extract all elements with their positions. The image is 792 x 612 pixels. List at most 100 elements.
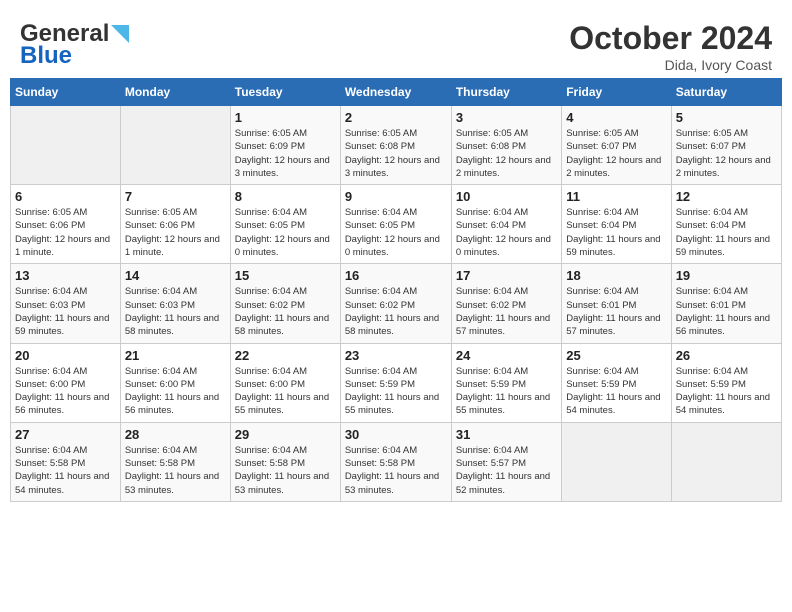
day-info: Sunrise: 6:04 AM Sunset: 6:02 PM Dayligh… xyxy=(456,285,557,338)
day-info: Sunrise: 6:05 AM Sunset: 6:06 PM Dayligh… xyxy=(15,206,116,259)
day-number: 19 xyxy=(676,268,777,283)
day-info: Sunrise: 6:05 AM Sunset: 6:06 PM Dayligh… xyxy=(125,206,226,259)
calendar-cell: 21 Sunrise: 6:04 AM Sunset: 6:00 PM Dayli… xyxy=(120,343,230,422)
title-area: October 2024 Dida, Ivory Coast xyxy=(569,20,772,73)
day-info: Sunrise: 6:04 AM Sunset: 6:04 PM Dayligh… xyxy=(676,206,777,259)
logo-arrow-icon xyxy=(111,25,129,43)
day-number: 9 xyxy=(345,189,447,204)
day-number: 28 xyxy=(125,427,226,442)
calendar-cell: 22 Sunrise: 6:04 AM Sunset: 6:00 PM Dayli… xyxy=(230,343,340,422)
calendar-cell: 6 Sunrise: 6:05 AM Sunset: 6:06 PM Daylig… xyxy=(11,185,121,264)
day-number: 26 xyxy=(676,348,777,363)
calendar-cell: 24Sunrise: 6:04 AM Sunset: 5:59 PM Dayli… xyxy=(451,343,561,422)
calendar-cell: 31Sunrise: 6:04 AM Sunset: 5:57 PM Dayli… xyxy=(451,422,561,501)
day-info: Sunrise: 6:04 AM Sunset: 5:58 PM Dayligh… xyxy=(345,444,447,497)
day-number: 13 xyxy=(15,268,116,283)
calendar-cell: 20 Sunrise: 6:04 AM Sunset: 6:00 PM Dayli… xyxy=(11,343,121,422)
day-number: 31 xyxy=(456,427,557,442)
calendar-week-row: 1 Sunrise: 6:05 AM Sunset: 6:09 PM Daylig… xyxy=(11,106,782,185)
day-info: Sunrise: 6:05 AM Sunset: 6:08 PM Dayligh… xyxy=(345,127,447,180)
day-number: 21 xyxy=(125,348,226,363)
calendar-cell: 15Sunrise: 6:04 AM Sunset: 6:02 PM Dayli… xyxy=(230,264,340,343)
day-info: Sunrise: 6:04 AM Sunset: 5:59 PM Dayligh… xyxy=(676,365,777,418)
calendar-cell xyxy=(11,106,121,185)
day-number: 27 xyxy=(15,427,116,442)
calendar-cell: 1 Sunrise: 6:05 AM Sunset: 6:09 PM Daylig… xyxy=(230,106,340,185)
day-number: 17 xyxy=(456,268,557,283)
day-number: 29 xyxy=(235,427,336,442)
location: Dida, Ivory Coast xyxy=(569,57,772,73)
calendar-header: SundayMondayTuesdayWednesdayThursdayFrid… xyxy=(11,79,782,106)
day-number: 7 xyxy=(125,189,226,204)
calendar-cell: 7 Sunrise: 6:05 AM Sunset: 6:06 PM Daylig… xyxy=(120,185,230,264)
calendar-cell: 11 Sunrise: 6:04 AM Sunset: 6:04 PM Dayli… xyxy=(562,185,671,264)
calendar-cell xyxy=(671,422,781,501)
day-info: Sunrise: 6:04 AM Sunset: 5:58 PM Dayligh… xyxy=(15,444,116,497)
day-info: Sunrise: 6:04 AM Sunset: 6:00 PM Dayligh… xyxy=(125,365,226,418)
calendar-week-row: 27 Sunrise: 6:04 AM Sunset: 5:58 PM Dayli… xyxy=(11,422,782,501)
weekday-header: Sunday xyxy=(11,79,121,106)
calendar-cell: 18Sunrise: 6:04 AM Sunset: 6:01 PM Dayli… xyxy=(562,264,671,343)
weekday-header: Tuesday xyxy=(230,79,340,106)
calendar-cell: 27 Sunrise: 6:04 AM Sunset: 5:58 PM Dayli… xyxy=(11,422,121,501)
weekday-header: Thursday xyxy=(451,79,561,106)
calendar-cell: 25Sunrise: 6:04 AM Sunset: 5:59 PM Dayli… xyxy=(562,343,671,422)
calendar-cell: 5 Sunrise: 6:05 AM Sunset: 6:07 PM Daylig… xyxy=(671,106,781,185)
calendar-cell: 9Sunrise: 6:04 AM Sunset: 6:05 PM Daylig… xyxy=(340,185,451,264)
calendar-cell: 28 Sunrise: 6:04 AM Sunset: 5:58 PM Dayli… xyxy=(120,422,230,501)
calendar-cell: 3 Sunrise: 6:05 AM Sunset: 6:08 PM Daylig… xyxy=(451,106,561,185)
day-number: 11 xyxy=(566,189,666,204)
day-info: Sunrise: 6:04 AM Sunset: 6:00 PM Dayligh… xyxy=(235,365,336,418)
header-row: SundayMondayTuesdayWednesdayThursdayFrid… xyxy=(11,79,782,106)
calendar-body: 1 Sunrise: 6:05 AM Sunset: 6:09 PM Daylig… xyxy=(11,106,782,502)
day-number: 3 xyxy=(456,110,557,125)
logo-blue: Blue xyxy=(20,42,72,70)
day-info: Sunrise: 6:04 AM Sunset: 5:58 PM Dayligh… xyxy=(125,444,226,497)
calendar-cell: 19Sunrise: 6:04 AM Sunset: 6:01 PM Dayli… xyxy=(671,264,781,343)
calendar-week-row: 6 Sunrise: 6:05 AM Sunset: 6:06 PM Daylig… xyxy=(11,185,782,264)
day-info: Sunrise: 6:05 AM Sunset: 6:09 PM Dayligh… xyxy=(235,127,336,180)
calendar-cell: 8 Sunrise: 6:04 AM Sunset: 6:05 PM Daylig… xyxy=(230,185,340,264)
calendar-cell: 23 Sunrise: 6:04 AM Sunset: 5:59 PM Dayli… xyxy=(340,343,451,422)
day-number: 8 xyxy=(235,189,336,204)
calendar-week-row: 13Sunrise: 6:04 AM Sunset: 6:03 PM Dayli… xyxy=(11,264,782,343)
day-info: Sunrise: 6:04 AM Sunset: 6:05 PM Dayligh… xyxy=(235,206,336,259)
weekday-header: Friday xyxy=(562,79,671,106)
day-number: 18 xyxy=(566,268,666,283)
day-number: 16 xyxy=(345,268,447,283)
calendar-cell: 26 Sunrise: 6:04 AM Sunset: 5:59 PM Dayli… xyxy=(671,343,781,422)
calendar-cell xyxy=(120,106,230,185)
day-info: Sunrise: 6:04 AM Sunset: 5:58 PM Dayligh… xyxy=(235,444,336,497)
day-info: Sunrise: 6:04 AM Sunset: 5:59 PM Dayligh… xyxy=(566,365,666,418)
calendar-cell: 29 Sunrise: 6:04 AM Sunset: 5:58 PM Dayli… xyxy=(230,422,340,501)
calendar-cell: 14Sunrise: 6:04 AM Sunset: 6:03 PM Dayli… xyxy=(120,264,230,343)
month-title: October 2024 xyxy=(569,20,772,57)
day-number: 6 xyxy=(15,189,116,204)
weekday-header: Wednesday xyxy=(340,79,451,106)
day-number: 4 xyxy=(566,110,666,125)
day-number: 12 xyxy=(676,189,777,204)
day-info: Sunrise: 6:05 AM Sunset: 6:07 PM Dayligh… xyxy=(566,127,666,180)
day-number: 5 xyxy=(676,110,777,125)
calendar-table: SundayMondayTuesdayWednesdayThursdayFrid… xyxy=(10,78,782,502)
calendar-cell xyxy=(562,422,671,501)
day-info: Sunrise: 6:05 AM Sunset: 6:08 PM Dayligh… xyxy=(456,127,557,180)
weekday-header: Saturday xyxy=(671,79,781,106)
day-info: Sunrise: 6:04 AM Sunset: 6:00 PM Dayligh… xyxy=(15,365,116,418)
page-header: General Blue October 2024 Dida, Ivory Co… xyxy=(10,10,782,78)
day-number: 20 xyxy=(15,348,116,363)
day-number: 1 xyxy=(235,110,336,125)
day-info: Sunrise: 6:04 AM Sunset: 5:59 PM Dayligh… xyxy=(345,365,447,418)
day-info: Sunrise: 6:05 AM Sunset: 6:07 PM Dayligh… xyxy=(676,127,777,180)
day-info: Sunrise: 6:04 AM Sunset: 6:04 PM Dayligh… xyxy=(566,206,666,259)
day-info: Sunrise: 6:04 AM Sunset: 5:59 PM Dayligh… xyxy=(456,365,557,418)
calendar-cell: 2Sunrise: 6:05 AM Sunset: 6:08 PM Daylig… xyxy=(340,106,451,185)
day-number: 14 xyxy=(125,268,226,283)
day-number: 10 xyxy=(456,189,557,204)
calendar-cell: 12 Sunrise: 6:04 AM Sunset: 6:04 PM Dayli… xyxy=(671,185,781,264)
day-number: 22 xyxy=(235,348,336,363)
day-info: Sunrise: 6:04 AM Sunset: 6:02 PM Dayligh… xyxy=(345,285,447,338)
calendar-cell: 4 Sunrise: 6:05 AM Sunset: 6:07 PM Daylig… xyxy=(562,106,671,185)
day-number: 23 xyxy=(345,348,447,363)
calendar-cell: 17 Sunrise: 6:04 AM Sunset: 6:02 PM Dayli… xyxy=(451,264,561,343)
